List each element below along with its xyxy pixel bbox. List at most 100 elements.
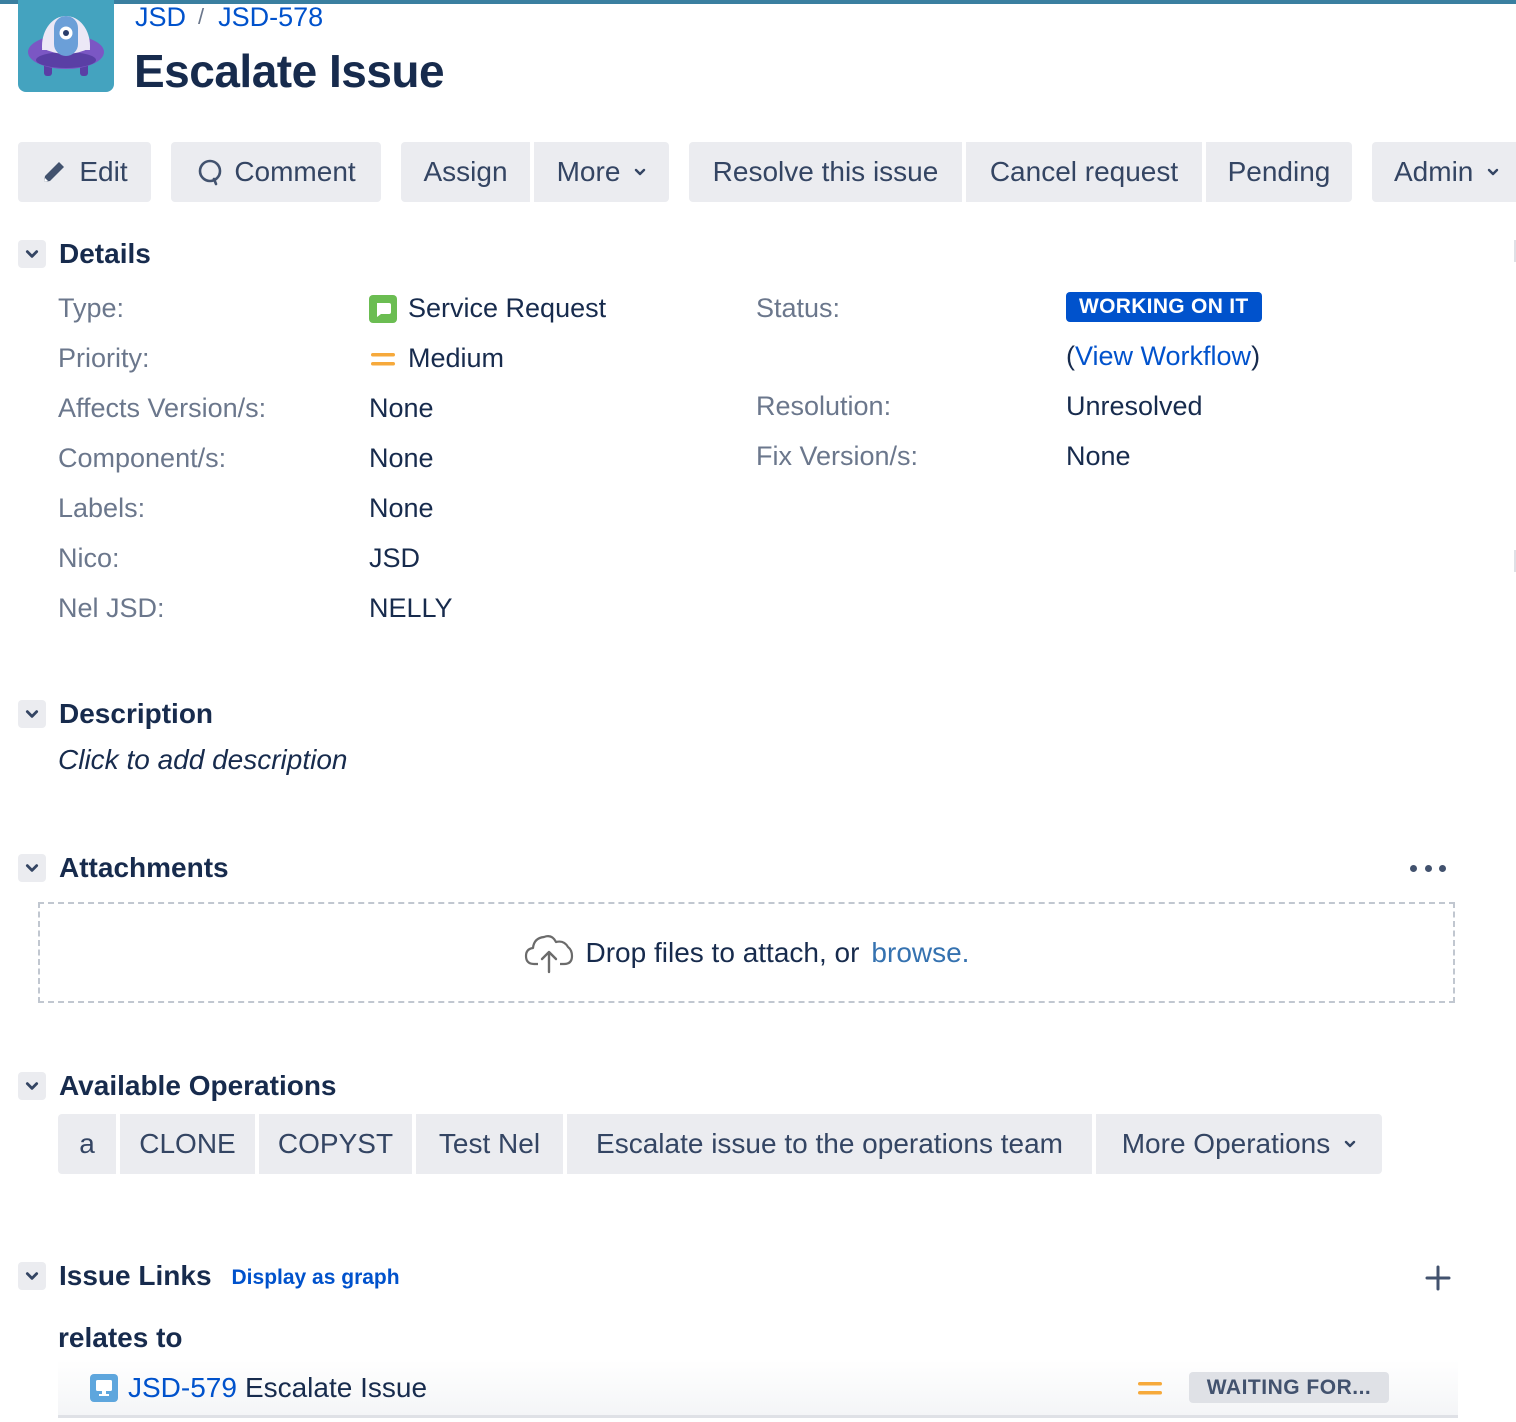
breadcrumb-project-link[interactable]: JSD xyxy=(135,2,186,33)
component-label: Component/s: xyxy=(58,443,227,473)
attachments-toggle[interactable] xyxy=(18,854,46,882)
linked-issue-summary[interactable]: Escalate Issue xyxy=(245,1372,427,1404)
browse-link[interactable]: browse. xyxy=(871,937,969,969)
description-toggle[interactable] xyxy=(18,700,46,728)
component-value: None xyxy=(369,443,434,473)
details-toggle[interactable] xyxy=(18,240,46,268)
chevron-down-icon xyxy=(25,1272,39,1280)
details-title: Details xyxy=(59,238,151,269)
service-request-icon xyxy=(369,294,397,323)
view-workflow-link[interactable]: View Workflow xyxy=(1075,341,1251,372)
linked-issue-row: JSD-579 Escalate Issue WAITING FOR... xyxy=(58,1360,1458,1418)
workflow-paren-close: ) xyxy=(1251,341,1261,371)
status-label: Status: xyxy=(756,293,841,323)
operations-toggle[interactable] xyxy=(18,1072,46,1100)
type-value: Service Request xyxy=(369,293,606,324)
pending-button[interactable]: Pending xyxy=(1206,142,1352,202)
relation-type-label: relates to xyxy=(58,1322,183,1353)
chevron-down-icon xyxy=(25,864,39,872)
operation-a-button[interactable]: a xyxy=(58,1114,116,1174)
operation-escalate-button[interactable]: Escalate issue to the operations team xyxy=(567,1114,1092,1174)
fix-version-value: None xyxy=(1066,441,1131,471)
chevron-down-icon xyxy=(1345,1140,1356,1148)
dot-icon xyxy=(1439,864,1446,872)
fix-version-label: Fix Version/s: xyxy=(756,441,919,471)
details-section-header: Details xyxy=(18,238,151,270)
operations-section-header: Available Operations xyxy=(18,1070,337,1102)
more-operations-label: More Operations xyxy=(1121,1128,1331,1159)
attachments-title: Attachments xyxy=(59,852,229,883)
add-link-button[interactable] xyxy=(1424,1264,1452,1292)
status-value: WORKING ON IT xyxy=(1066,292,1262,322)
admin-label: Admin xyxy=(1394,156,1474,187)
priority-medium-icon xyxy=(371,352,395,365)
linked-issue-status: WAITING FOR... xyxy=(1189,1372,1389,1403)
labels-label: Labels: xyxy=(58,493,146,523)
linked-issue: JSD-579 Escalate Issue xyxy=(90,1372,427,1404)
more-label: More xyxy=(556,156,621,187)
assign-button[interactable]: Assign xyxy=(401,142,530,202)
resolution-label: Resolution: xyxy=(756,391,892,421)
status-lozenge[interactable]: WORKING ON IT xyxy=(1066,292,1262,322)
description-section-header: Description xyxy=(18,698,213,730)
nel-jsd-label: Nel JSD: xyxy=(58,593,165,623)
description-field[interactable]: Click to add description xyxy=(58,744,347,776)
it-help-icon xyxy=(90,1374,118,1402)
priority-text: Medium xyxy=(408,343,505,373)
chevron-down-icon xyxy=(635,168,646,176)
more-button[interactable]: More xyxy=(534,142,669,202)
operations-title: Available Operations xyxy=(59,1070,337,1101)
operation-test-nel-button[interactable]: Test Nel xyxy=(416,1114,563,1174)
dot-icon xyxy=(1424,864,1432,872)
type-label: Type: xyxy=(58,293,125,323)
nico-label: Nico: xyxy=(58,543,120,573)
cloud-upload-icon xyxy=(524,934,573,973)
chevron-down-icon xyxy=(25,710,39,718)
drop-files-text: Drop files to attach, or xyxy=(585,936,860,968)
view-workflow: ( View Workflow ) xyxy=(1066,341,1260,372)
breadcrumb: JSD / JSD-578 xyxy=(135,0,323,34)
operation-copyst-button[interactable]: COPYST xyxy=(259,1114,412,1174)
attachments-more-button[interactable] xyxy=(1410,855,1446,881)
attachment-dropzone[interactable]: Drop files to attach, or browse. xyxy=(38,902,1455,1003)
attachments-section-header: Attachments xyxy=(18,852,229,884)
chevron-down-icon xyxy=(25,250,39,258)
affects-version-label: Affects Version/s: xyxy=(58,393,267,423)
page-title: Escalate Issue xyxy=(134,45,445,97)
display-as-graph-link[interactable]: Display as graph xyxy=(232,1266,400,1290)
labels-value: None xyxy=(369,493,434,523)
affects-version-value: None xyxy=(369,393,434,423)
operations-bar: a CLONE COPYST Test Nel Escalate issue t… xyxy=(58,1114,1382,1174)
comment-icon xyxy=(199,159,222,186)
issue-links-title: Issue Links xyxy=(59,1260,212,1291)
comment-button[interactable]: Comment xyxy=(171,142,381,202)
operation-clone-button[interactable]: CLONE xyxy=(120,1114,255,1174)
breadcrumb-issue-link[interactable]: JSD-578 xyxy=(218,2,323,33)
nico-value: JSD xyxy=(369,543,421,573)
edit-button[interactable]: Edit xyxy=(18,142,151,202)
nel-jsd-value: NELLY xyxy=(369,593,453,623)
priority-value: Medium xyxy=(369,343,504,374)
description-title: Description xyxy=(59,698,214,729)
pencil-icon xyxy=(44,162,65,182)
chevron-down-icon xyxy=(25,1082,39,1090)
linked-issue-key[interactable]: JSD-579 xyxy=(128,1372,237,1404)
plus-icon xyxy=(1425,1265,1451,1291)
linked-issue-priority xyxy=(1137,1378,1163,1405)
priority-label: Priority: xyxy=(58,343,150,373)
dot-icon xyxy=(1410,864,1417,872)
flying-saucer-icon xyxy=(18,0,114,92)
edit-label: Edit xyxy=(79,156,128,187)
project-avatar[interactable] xyxy=(18,0,114,92)
issue-toolbar: Edit Comment Assign More Resolve this is… xyxy=(18,142,1516,202)
issue-links-toggle[interactable] xyxy=(18,1262,46,1290)
admin-button[interactable]: Admin xyxy=(1372,142,1516,202)
issue-links-section-header: Issue Links Display as graph xyxy=(18,1260,400,1292)
type-text: Service Request xyxy=(408,293,607,323)
resolve-issue-button[interactable]: Resolve this issue xyxy=(689,142,962,202)
resolution-value: Unresolved xyxy=(1066,391,1203,421)
chevron-down-icon xyxy=(1488,168,1499,176)
more-operations-button[interactable]: More Operations xyxy=(1096,1114,1382,1174)
priority-medium-icon xyxy=(1138,1382,1162,1395)
cancel-request-button[interactable]: Cancel request xyxy=(966,142,1202,202)
